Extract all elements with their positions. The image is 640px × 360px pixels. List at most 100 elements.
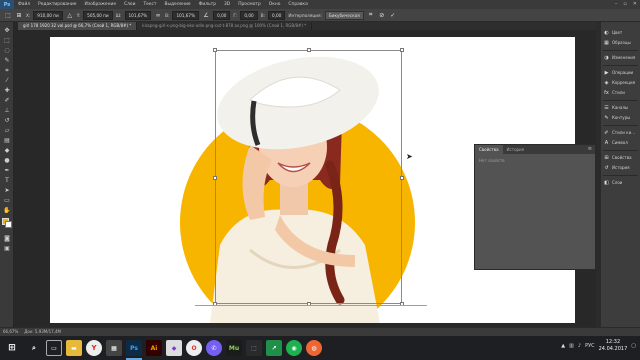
stamp-tool-icon[interactable]: ⊥ [2, 106, 12, 115]
v-skew-field[interactable]: 0,00 [268, 10, 286, 20]
type-tool-icon[interactable]: T [2, 176, 12, 185]
document-info[interactable]: Док: 5,93М/17,4М [24, 328, 61, 336]
app-icon-3[interactable]: ⬚ [246, 340, 262, 356]
network-icon[interactable]: ▥ [569, 343, 574, 349]
history-brush-tool-icon[interactable]: ↺ [2, 116, 12, 125]
transform-handle-t[interactable] [307, 48, 311, 52]
menu-filter[interactable]: Фильтр [195, 2, 220, 7]
task-view-icon[interactable]: ▭ [46, 340, 62, 356]
dock-swatches[interactable]: ▦ Образцы [603, 38, 639, 47]
menu-edit[interactable]: Редактирование [34, 2, 80, 7]
dock-styles[interactable]: fx Стили [603, 88, 639, 97]
hand-tool-icon[interactable]: ✋ [2, 206, 12, 215]
dock-properties[interactable]: ⊞ Свойства [603, 153, 639, 162]
transform-handle-l[interactable] [213, 176, 217, 180]
app-icon-2[interactable]: ◆ [166, 340, 182, 356]
menu-layers[interactable]: Слои [120, 2, 139, 7]
clock[interactable]: 12:32 24.04.2017 [599, 339, 628, 353]
commit-transform-icon[interactable]: ✓ [389, 11, 397, 19]
tab-document-1[interactable]: girl 178 1920 32 val.psd @ 66,7% (Слой 1… [18, 22, 138, 30]
eraser-tool-icon[interactable]: ▱ [2, 126, 12, 135]
dock-actions[interactable]: ▶ Операции [603, 68, 639, 77]
move-tool-icon[interactable]: ✥ [2, 26, 12, 35]
dodge-tool-icon[interactable]: ● [2, 156, 12, 165]
minimize-icon[interactable]: – [615, 0, 618, 9]
panel-menu-icon[interactable]: ≡ [588, 146, 592, 152]
height-field[interactable]: 101,67% [172, 10, 200, 20]
yandex-browser-icon[interactable]: Y [86, 340, 102, 356]
dock-character[interactable]: A Символ [603, 138, 639, 147]
tab-document-2[interactable]: kisspng-girl-s-png-big-eko-odin-png-cut-… [137, 22, 313, 30]
menu-image[interactable]: Изображение [80, 2, 120, 7]
menu-select[interactable]: Выделение [160, 2, 194, 7]
notifications-icon[interactable]: ▢ [631, 343, 636, 349]
quick-mask-icon[interactable]: ◙ [2, 234, 12, 243]
menu-file[interactable]: Файл [14, 2, 34, 7]
lasso-tool-icon[interactable]: ◌ [2, 46, 12, 55]
volume-icon[interactable]: ♪ [578, 343, 581, 349]
dock-adjustments[interactable]: ◑ Изменения [603, 53, 639, 62]
transform-handle-tr[interactable] [400, 48, 404, 52]
transform-handle-r[interactable] [400, 176, 404, 180]
gradient-tool-icon[interactable]: ▤ [2, 136, 12, 145]
illustrator-icon[interactable]: Ai [146, 340, 162, 356]
shape-tool-icon[interactable]: ▭ [2, 196, 12, 205]
pen-tool-icon[interactable]: ✒ [2, 166, 12, 175]
crop-tool-icon[interactable]: ⌗ [2, 66, 12, 75]
zoom-level[interactable]: 66,67% [3, 328, 18, 336]
menu-type[interactable]: Текст [139, 2, 160, 7]
interpolation-select[interactable]: Бикубическая [324, 10, 364, 20]
viber-icon[interactable]: ✆ [206, 340, 222, 356]
tray-arrow-icon[interactable]: ▲ [561, 343, 565, 349]
dock-brush-presets[interactable]: ✐ Стили ки... [603, 128, 639, 137]
dock-channels[interactable]: ☰ Каналы [603, 103, 639, 112]
app-icon-4[interactable]: ↗ [266, 340, 282, 356]
reference-point-icon[interactable]: ⊞ [15, 11, 23, 19]
brush-tool-icon[interactable]: ✐ [2, 96, 12, 105]
menu-help[interactable]: Справка [284, 2, 311, 7]
width-field[interactable]: 101,67% [124, 10, 152, 20]
tab-history[interactable]: История [503, 145, 529, 154]
properties-icon: ⊞ [604, 154, 609, 161]
dock-layers[interactable]: ◧ Слои [603, 178, 639, 187]
language-indicator[interactable]: РУС [585, 343, 595, 349]
maximize-icon[interactable]: ▫ [623, 0, 626, 9]
dock-color[interactable]: ◐ Цвет [603, 28, 639, 37]
quick-select-tool-icon[interactable]: ✎ [2, 56, 12, 65]
screen-mode-icon[interactable]: ▣ [2, 244, 12, 253]
h-skew-field[interactable]: 0,00 [240, 10, 258, 20]
tab-properties[interactable]: Свойства [475, 145, 503, 154]
menu-window[interactable]: Окно [265, 2, 285, 7]
search-icon[interactable]: ⌕ [26, 340, 42, 356]
menu-view[interactable]: Просмотр [234, 2, 265, 7]
y-field[interactable]: 505,00 пи [83, 10, 113, 20]
angle-field[interactable]: 0,00 [213, 10, 231, 20]
app-icon[interactable]: ▦ [106, 340, 122, 356]
transform-bounding-box[interactable] [213, 48, 404, 306]
opera-icon[interactable]: O [186, 340, 202, 356]
healing-tool-icon[interactable]: ✚ [2, 86, 12, 95]
background-color-swatch[interactable] [5, 221, 12, 228]
dock-correction[interactable]: ◈ Коррекция [603, 78, 639, 87]
path-select-tool-icon[interactable]: ➤ [2, 186, 12, 195]
spotify-icon[interactable]: ◉ [286, 340, 302, 356]
interpolation-label: Интерполяция: [288, 12, 322, 18]
colorful-app-icon[interactable]: ◍ [306, 340, 322, 356]
photoshop-taskbar-icon[interactable]: Ps [126, 340, 142, 356]
file-explorer-icon[interactable]: ▬ [66, 340, 82, 356]
menu-3d[interactable]: 3D [220, 2, 234, 7]
windows-start-icon[interactable]: ⊞ [4, 340, 20, 356]
transform-handle-tl[interactable] [213, 48, 217, 52]
dock-paths[interactable]: ✎ Контуры [603, 113, 639, 122]
link-icon[interactable]: ∞ [154, 11, 162, 19]
delta-icon[interactable]: △ [66, 11, 74, 19]
dock-history[interactable]: ↺ История [603, 163, 639, 172]
blur-tool-icon[interactable]: ◆ [2, 146, 12, 155]
x-field[interactable]: 910,00 пи [33, 10, 63, 20]
eyedropper-tool-icon[interactable]: ⁄ [2, 76, 12, 85]
marquee-tool-icon[interactable]: ⬚ [2, 36, 12, 45]
muse-icon[interactable]: Mu [226, 340, 242, 356]
close-icon[interactable]: ✕ [633, 0, 637, 9]
cancel-transform-icon[interactable]: ⊘ [378, 11, 386, 19]
warp-icon[interactable]: ⌗ [367, 11, 375, 19]
